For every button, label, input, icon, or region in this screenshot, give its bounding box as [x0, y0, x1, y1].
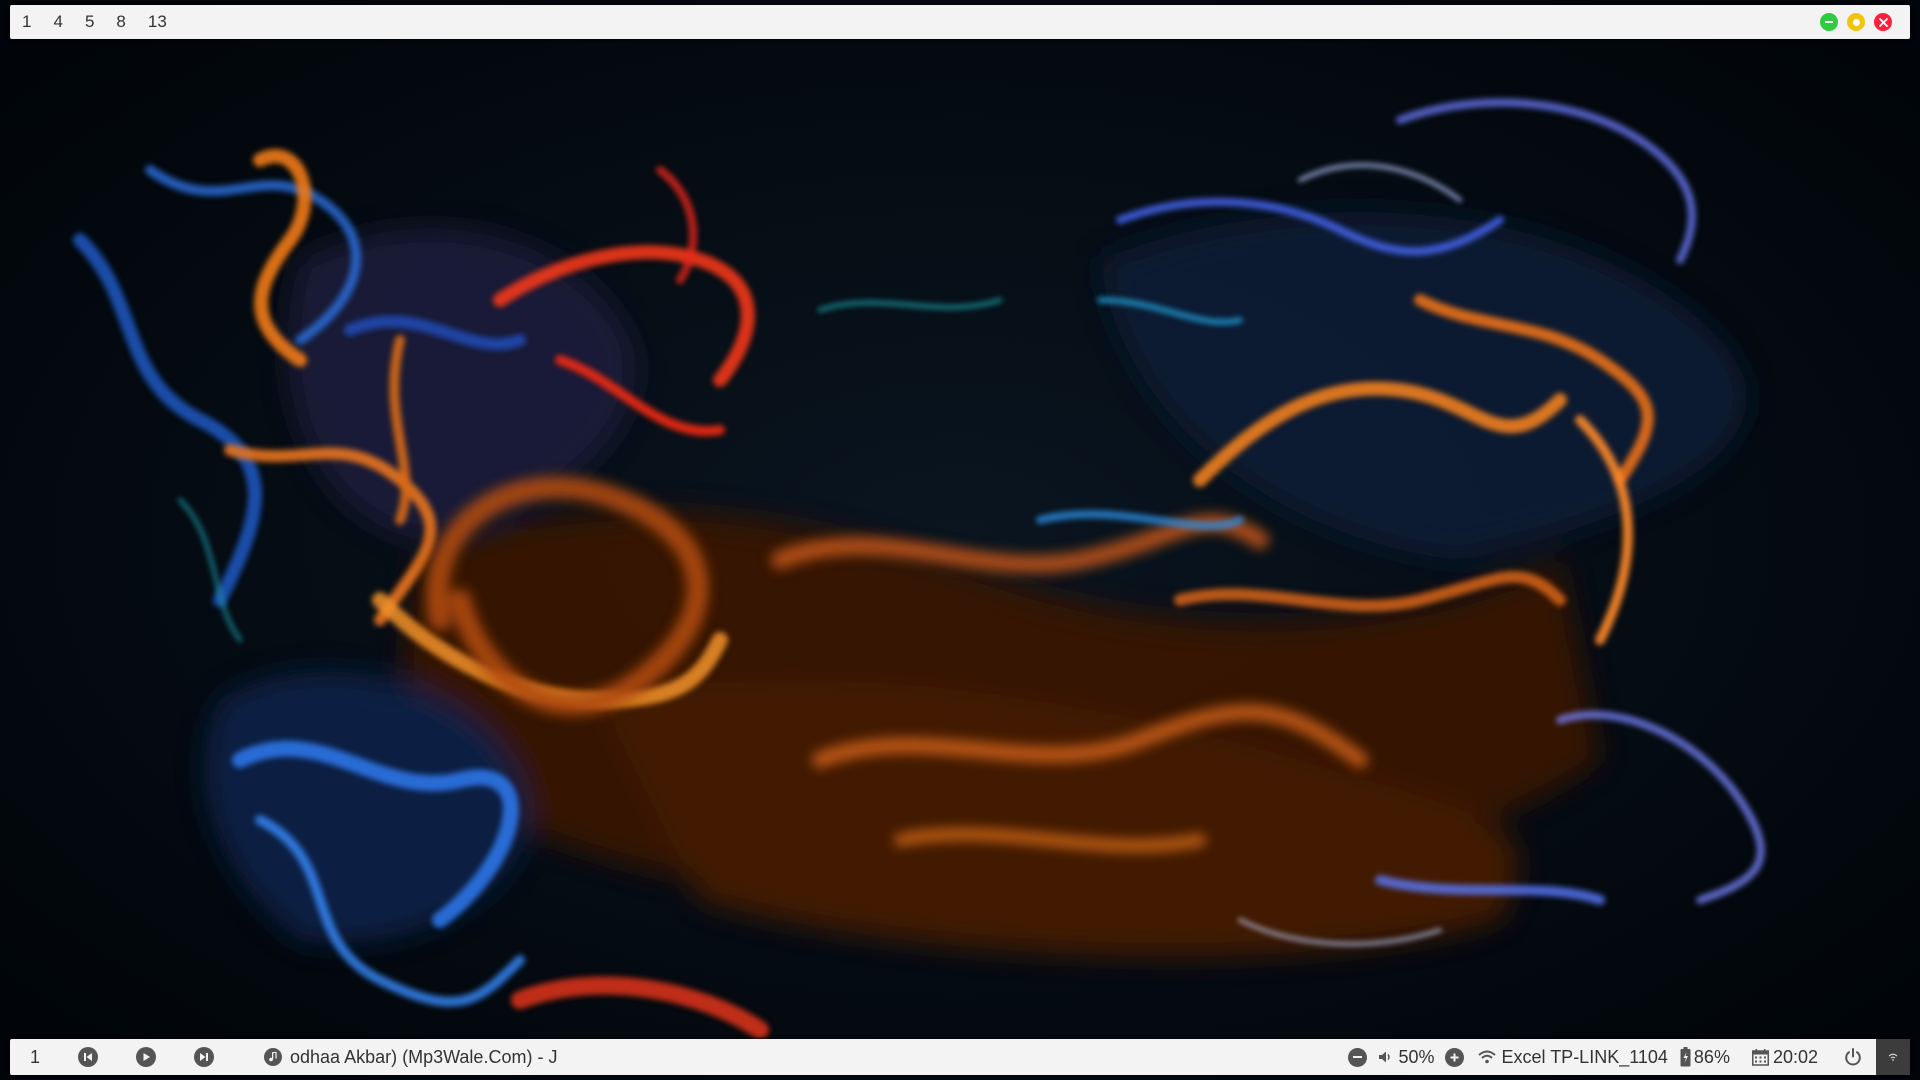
close-icon [1878, 17, 1888, 27]
now-playing-title: odhaa Akbar) (Mp3Wale.Com) - J [290, 1046, 558, 1067]
desktop: 1 4 5 8 13 1 odhaa Akbar) (Mp3Wale.Com) … [0, 0, 1920, 1080]
speaker-icon [1379, 1051, 1391, 1063]
workspace-13[interactable]: 13 [148, 5, 167, 39]
volume-level: 50% [1398, 1046, 1435, 1067]
minimize-icon [1825, 21, 1833, 23]
minus-icon [1348, 1047, 1368, 1067]
battery-level: 86% [1693, 1046, 1730, 1067]
clock[interactable]: 20:02 [1751, 1046, 1818, 1068]
minimize-button[interactable] [1820, 13, 1838, 31]
battery-icon [1680, 1047, 1691, 1067]
skip-forward-icon [200, 1053, 209, 1061]
power-button[interactable] [1844, 1048, 1862, 1066]
skip-back-icon [84, 1053, 93, 1061]
maximize-button[interactable] [1847, 13, 1865, 31]
music-note-icon [264, 1048, 283, 1066]
current-workspace[interactable]: 1 [30, 1047, 40, 1068]
next-track-button[interactable] [194, 1047, 215, 1067]
workspace-1[interactable]: 1 [22, 5, 31, 39]
workspace-switcher: 1 4 5 8 13 [10, 5, 189, 39]
status-tray: 50% Excel TP-LINK_1104 86% 20:02 [1348, 1039, 1910, 1075]
network-name: Excel TP-LINK_1104 [1501, 1046, 1668, 1067]
calendar-icon [1751, 1048, 1769, 1066]
workspace-4[interactable]: 4 [53, 5, 62, 39]
volume-indicator[interactable]: 50% [1377, 1046, 1435, 1068]
wallpaper [0, 0, 1920, 1080]
play-icon [143, 1053, 151, 1061]
volume-down-button[interactable] [1348, 1047, 1368, 1067]
system-tray-toggle[interactable] [1876, 1039, 1910, 1075]
top-panel: 1 4 5 8 13 [10, 5, 1910, 39]
volume-up-button[interactable] [1444, 1047, 1464, 1067]
wifi-icon [1477, 1050, 1496, 1064]
workspace-5[interactable]: 5 [85, 5, 94, 39]
plus-icon [1444, 1047, 1464, 1067]
close-button[interactable] [1874, 13, 1892, 31]
wifi-small-icon [1888, 1053, 1898, 1061]
power-icon [1845, 1048, 1861, 1066]
play-button[interactable] [136, 1047, 157, 1067]
workspace-8[interactable]: 8 [116, 5, 125, 39]
previous-track-button[interactable] [78, 1047, 99, 1067]
window-controls [1811, 13, 1910, 31]
network-indicator[interactable]: Excel TP-LINK_1104 [1477, 1046, 1668, 1068]
bottom-panel: 1 odhaa Akbar) (Mp3Wale.Com) - J 50% Exc… [10, 1039, 1910, 1075]
now-playing[interactable]: odhaa Akbar) (Mp3Wale.Com) - J [264, 1047, 557, 1068]
battery-indicator[interactable]: 86% [1680, 1047, 1730, 1068]
clock-time: 20:02 [1772, 1046, 1818, 1067]
maximize-icon [1852, 18, 1860, 26]
